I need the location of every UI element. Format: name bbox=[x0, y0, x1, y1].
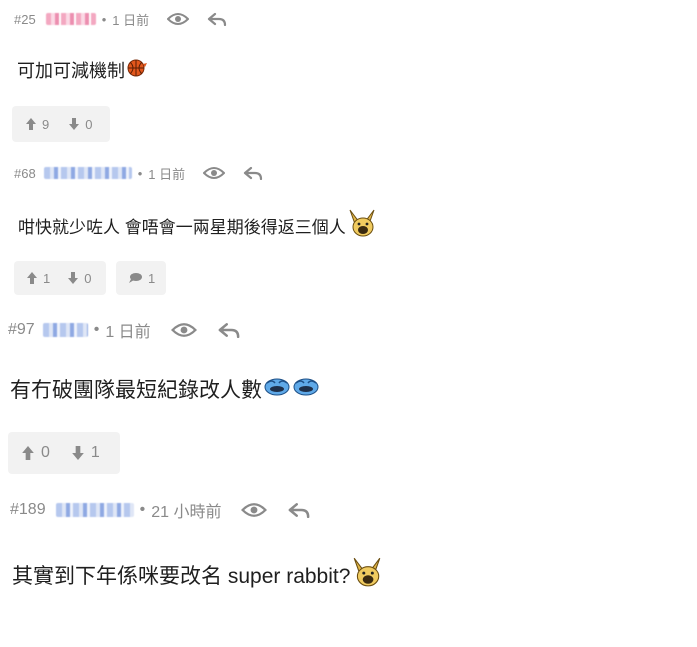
upvote-button[interactable]: 0 bbox=[22, 444, 50, 462]
meta-separator: • bbox=[139, 501, 146, 518]
post-text: 其實到下年係咪要改名 super rabbit? bbox=[12, 565, 351, 588]
post-text: 咁快就少咗人 會唔會一兩星期後得返三個人 bbox=[18, 217, 346, 237]
downvote-count: 0 bbox=[85, 116, 93, 132]
post-content: 可加可減機制 bbox=[17, 58, 148, 82]
eye-icon[interactable] bbox=[170, 322, 197, 338]
post-content: 有冇破團隊最短紀錄改人數 bbox=[10, 375, 320, 403]
comments-pair: 1 bbox=[128, 271, 155, 286]
post-meta: #189 • 21 小時前 bbox=[10, 499, 311, 521]
post-time: 1 日前 bbox=[148, 166, 186, 182]
post-content: 咁快就少咗人 會唔會一兩星期後得返三個人 bbox=[18, 208, 377, 243]
upvote-count: 1 bbox=[43, 270, 51, 286]
vote-box: 0 1 bbox=[8, 432, 120, 474]
comments-button[interactable]: 1 bbox=[116, 261, 166, 295]
upvote-count: 0 bbox=[41, 444, 50, 461]
post-number[interactable]: #97 bbox=[8, 321, 35, 339]
comments-count: 1 bbox=[148, 270, 156, 286]
post-time: 1 日前 bbox=[112, 12, 150, 28]
meta-separator: • bbox=[93, 321, 100, 338]
crying-emoji-icon bbox=[263, 375, 291, 403]
upvote-button[interactable]: 9 bbox=[26, 117, 49, 132]
post-97: #97 • 1 日前 有冇破團隊最短紀錄改人數 0 1 bbox=[0, 305, 697, 480]
reply-arrow-icon[interactable] bbox=[243, 166, 263, 180]
arrow-up-icon bbox=[22, 446, 34, 460]
arrow-down-icon bbox=[72, 446, 84, 460]
post-number[interactable]: #25 bbox=[14, 12, 36, 27]
username-redacted[interactable] bbox=[42, 323, 88, 337]
reply-arrow-icon[interactable] bbox=[287, 502, 311, 518]
username-redacted[interactable] bbox=[43, 167, 132, 179]
downvote-button[interactable]: 0 bbox=[69, 117, 92, 132]
post-189: #189 • 21 小時前 其實到下年係咪要改名 super rabbit? bbox=[0, 488, 697, 647]
downvote-button[interactable]: 0 bbox=[68, 271, 91, 286]
post-68: #68 • 1 日前 咁快就少咗人 會唔會一兩星期後得返三個人 1 0 1 bbox=[0, 150, 697, 300]
eye-icon[interactable] bbox=[241, 502, 268, 518]
post-number[interactable]: #68 bbox=[14, 166, 36, 181]
reply-arrow-icon[interactable] bbox=[217, 322, 241, 338]
rabbit-emoji-icon bbox=[351, 555, 383, 595]
downvote-count: 0 bbox=[84, 270, 92, 286]
downvote-button[interactable]: 1 bbox=[72, 444, 100, 462]
post-content: 其實到下年係咪要改名 super rabbit? bbox=[12, 555, 383, 595]
eye-icon[interactable] bbox=[203, 166, 226, 180]
post-meta: #25 • 1 日前 bbox=[14, 10, 227, 28]
post-25: #25 • 1 日前 可加可減機制 9 0 bbox=[0, 0, 697, 150]
crying-emoji-icon bbox=[292, 375, 320, 403]
arrow-up-icon bbox=[27, 272, 37, 284]
upvote-count: 9 bbox=[42, 116, 50, 132]
basketball-emoji-icon bbox=[126, 58, 148, 83]
meta-separator: • bbox=[101, 11, 107, 27]
post-time: 1 日前 bbox=[105, 324, 151, 341]
post-meta: #97 • 1 日前 bbox=[8, 319, 241, 341]
speech-bubble-icon bbox=[129, 273, 142, 283]
arrow-up-icon bbox=[26, 118, 36, 130]
post-time: 21 小時前 bbox=[151, 504, 222, 521]
post-number[interactable]: #189 bbox=[10, 501, 46, 519]
vote-box: 9 0 bbox=[12, 106, 110, 142]
arrow-down-icon bbox=[69, 118, 80, 130]
downvote-count: 1 bbox=[90, 444, 100, 461]
reply-arrow-icon[interactable] bbox=[207, 12, 227, 26]
meta-separator: • bbox=[137, 165, 143, 181]
post-text: 可加可減機制 bbox=[17, 61, 125, 81]
username-redacted[interactable] bbox=[45, 13, 96, 25]
post-text: 有冇破團隊最短紀錄改人數 bbox=[10, 379, 262, 402]
eye-icon[interactable] bbox=[167, 12, 190, 26]
post-meta: #68 • 1 日前 bbox=[14, 164, 263, 182]
arrow-down-icon bbox=[68, 272, 79, 284]
rabbit-emoji-icon bbox=[347, 208, 377, 243]
username-redacted[interactable] bbox=[55, 503, 134, 517]
upvote-button[interactable]: 1 bbox=[27, 271, 50, 286]
vote-box: 1 0 bbox=[14, 261, 106, 295]
